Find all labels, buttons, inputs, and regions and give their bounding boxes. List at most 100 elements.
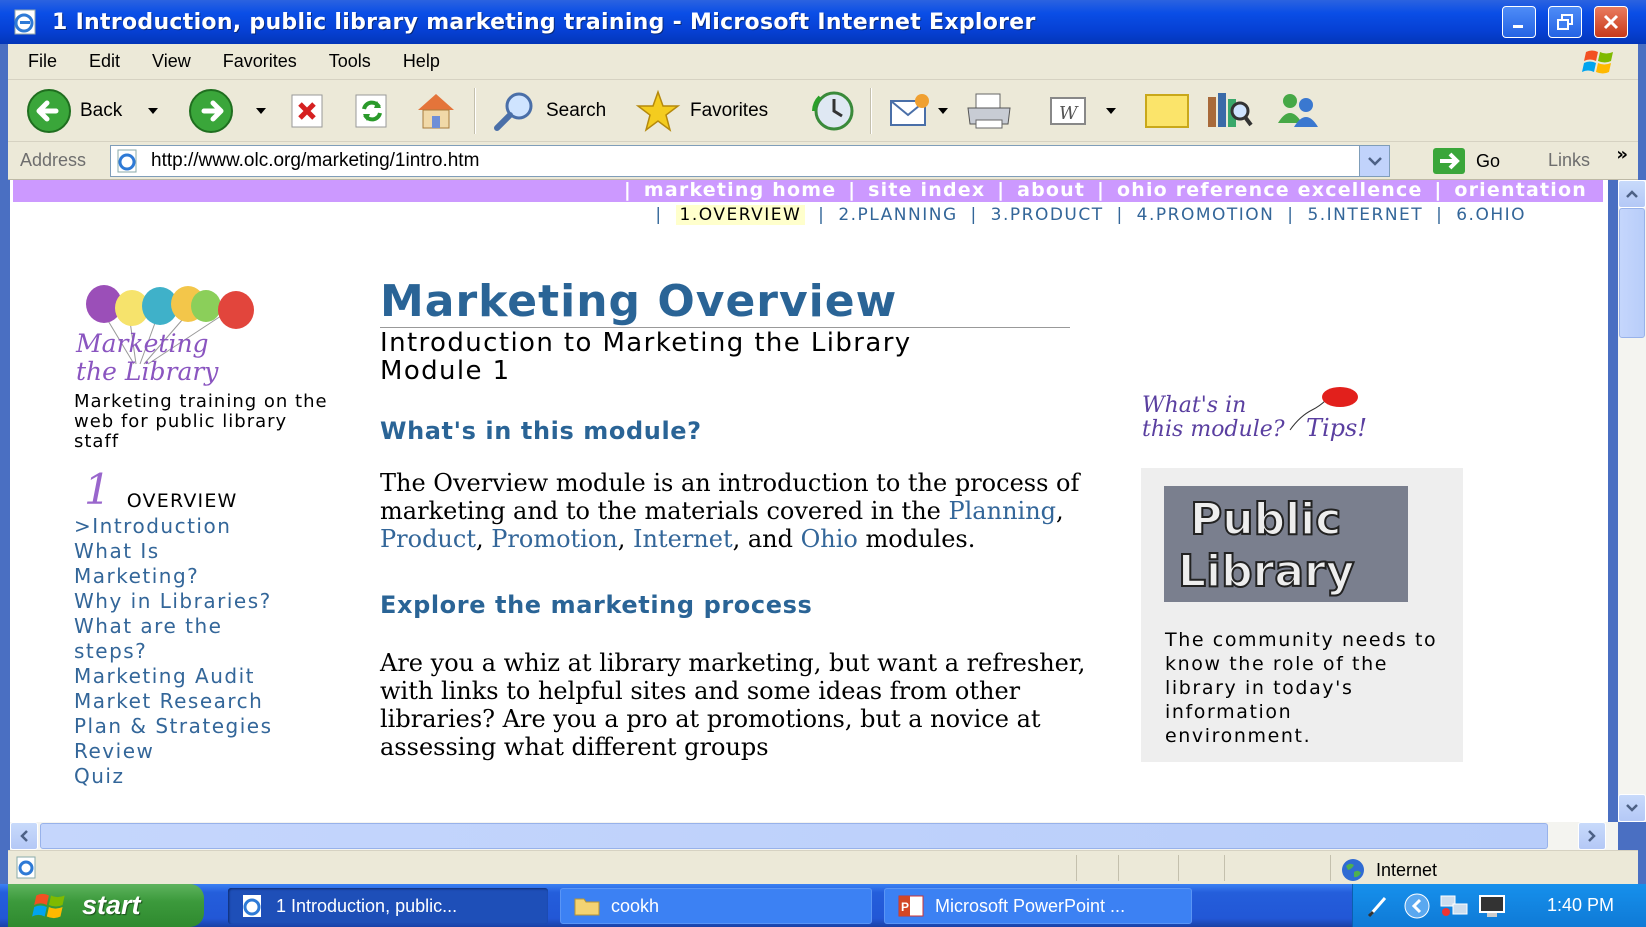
close-button[interactable] [1594, 6, 1628, 38]
taskbar-item-cookh-folder[interactable]: cookh [560, 888, 872, 924]
restore-icon [1557, 14, 1573, 30]
menu-file[interactable]: File [28, 51, 57, 72]
windows-flag-icon [1582, 50, 1613, 74]
pen-tray-icon[interactable] [1365, 892, 1393, 920]
page-viewport: | marketing home | site index | about | … [10, 180, 1608, 822]
refresh-icon [355, 94, 387, 128]
logo-text-line2: the Library [76, 357, 219, 386]
back-label: Back [80, 100, 123, 121]
internet-globe-icon [1342, 859, 1364, 881]
stop-icon [291, 94, 323, 128]
link-product[interactable]: Product [380, 525, 476, 553]
link-ohio[interactable]: Ohio [801, 525, 858, 553]
sidebar-link-review[interactable]: Review [74, 739, 344, 764]
back-button[interactable]: Back [26, 86, 159, 136]
vertical-scrollbar[interactable] [1618, 180, 1646, 822]
svg-text:Public: Public [1190, 494, 1341, 545]
menu-help[interactable]: Help [403, 51, 440, 72]
sidebar-link-plan-strategies[interactable]: Plan & Strategies [74, 714, 344, 739]
messenger-button[interactable] [1272, 86, 1324, 136]
mail-dropdown-icon[interactable] [938, 108, 948, 114]
sidebar-link-market-research[interactable]: Market Research [74, 689, 344, 714]
chevron-down-icon [1367, 157, 1382, 166]
scroll-down-button[interactable] [1618, 794, 1646, 822]
scroll-left-button[interactable] [10, 822, 38, 850]
logo-text-line1: Marketing [75, 329, 209, 358]
scroll-up-button[interactable] [1618, 180, 1646, 208]
edit-dropdown-icon[interactable] [1106, 108, 1116, 114]
research-button[interactable] [1204, 86, 1254, 136]
chevron-left-icon [20, 830, 28, 842]
chevron-right-double-icon[interactable]: » [1616, 144, 1628, 165]
nav-link-marketing-home[interactable]: marketing home [644, 180, 836, 201]
module-tab-overview[interactable]: 1.OVERVIEW [675, 205, 806, 225]
mail-button[interactable] [888, 86, 948, 136]
discuss-button[interactable] [1142, 86, 1192, 136]
chevron-left-icon[interactable] [1403, 892, 1431, 920]
forward-dropdown-icon[interactable] [256, 108, 266, 114]
link-promotion[interactable]: Promotion [491, 525, 618, 553]
sidebar-link-why-in-libraries[interactable]: Why in Libraries? [74, 589, 344, 614]
nav-link-orientation[interactable]: orientation [1454, 180, 1587, 201]
minimize-button[interactable] [1502, 6, 1536, 38]
address-dropdown-button[interactable] [1359, 146, 1389, 176]
menu-favorites[interactable]: Favorites [223, 51, 297, 72]
link-planning[interactable]: Planning [948, 497, 1056, 525]
module-tab-internet[interactable]: 5.INTERNET [1307, 205, 1423, 225]
sidebar-link-introduction[interactable]: >Introduction [74, 514, 344, 539]
taskbar-item-ie-window[interactable]: 1 Introduction, public... [228, 888, 548, 924]
scroll-right-button[interactable] [1578, 822, 1606, 850]
sidebar-link-marketing-audit[interactable]: Marketing Audit [74, 664, 344, 689]
stop-button[interactable] [288, 86, 328, 136]
go-label: Go [1476, 150, 1501, 171]
forward-button[interactable] [188, 86, 266, 136]
minimize-icon [1513, 25, 1523, 28]
horizontal-scroll-thumb[interactable] [40, 823, 1548, 849]
sidebar-link-what-is-marketing[interactable]: What Is Marketing? [74, 539, 264, 589]
nav-link-ohio-reference-excellence[interactable]: ohio reference excellence [1117, 180, 1423, 201]
menu-tools[interactable]: Tools [329, 51, 371, 72]
edit-button[interactable]: W [1048, 86, 1116, 136]
vertical-scroll-thumb[interactable] [1619, 208, 1645, 338]
nav-link-about[interactable]: about [1017, 180, 1085, 201]
link-internet[interactable]: Internet [633, 525, 733, 553]
standard-toolbar: Back Search Favorites W [8, 80, 1638, 142]
address-input[interactable]: http://www.olc.org/marketing/1intro.htm [110, 145, 1390, 177]
marketing-the-library-logo[interactable]: Marketing the Library [74, 284, 274, 394]
nav-link-site-index[interactable]: site index [868, 180, 985, 201]
system-tray: 1:40 PM [1352, 884, 1646, 927]
favorites-star-icon [635, 89, 681, 132]
forward-arrow-icon [189, 89, 233, 133]
menu-view[interactable]: View [152, 51, 191, 72]
go-button[interactable]: Go [1432, 144, 1500, 178]
restore-button[interactable] [1548, 6, 1582, 38]
refresh-button[interactable] [352, 86, 392, 136]
page-title: Marketing Overview [380, 276, 898, 327]
sidebar-link-what-are-the-steps[interactable]: What are the steps? [74, 614, 264, 664]
module-nav: | 1.OVERVIEW | 2.PLANNING | 3.PRODUCT | … [655, 205, 1526, 225]
taskbar-item-powerpoint[interactable]: P Microsoft PowerPoint ... [884, 888, 1192, 924]
links-toolbar-label[interactable]: Links [1548, 150, 1590, 171]
mail-icon [890, 94, 929, 126]
network-tray-icon[interactable] [1439, 892, 1471, 920]
ie-page-icon [243, 895, 261, 917]
svg-text:W: W [1059, 103, 1079, 124]
search-button[interactable]: Search [492, 86, 606, 136]
module-number: 1 [84, 465, 111, 514]
menu-edit[interactable]: Edit [89, 51, 120, 72]
print-button[interactable] [964, 86, 1014, 136]
module-tab-product[interactable]: 3.PRODUCT [991, 205, 1104, 225]
home-button[interactable] [414, 86, 458, 136]
section-heading-explore-process: Explore the marketing process [380, 591, 813, 619]
module-tab-ohio[interactable]: 6.OHIO [1456, 205, 1526, 225]
sidebar-link-quiz[interactable]: Quiz [74, 764, 344, 789]
module-tab-planning[interactable]: 2.PLANNING [838, 205, 957, 225]
start-button[interactable]: start [8, 884, 204, 927]
monitor-tray-icon[interactable] [1477, 892, 1507, 920]
horizontal-scrollbar[interactable] [10, 822, 1618, 850]
back-dropdown-icon[interactable] [148, 108, 159, 114]
favorites-button[interactable]: Favorites [634, 86, 768, 136]
history-button[interactable] [810, 86, 858, 136]
word-edit-icon: W [1050, 97, 1086, 125]
module-tab-promotion[interactable]: 4.PROMOTION [1137, 205, 1275, 225]
